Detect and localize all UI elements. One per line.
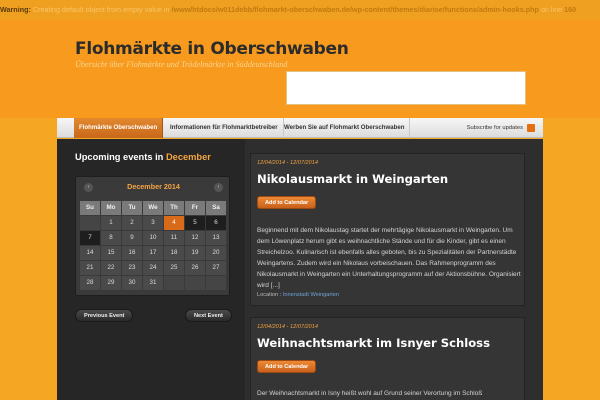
post-title[interactable]: Nikolausmarkt in Weingarten: [257, 172, 448, 186]
calendar-day[interactable]: 19: [185, 246, 205, 260]
event-calendar: ‹ December 2014 › Su Mo Tu We Th Fr Sa 1 2 3 4 5 6 7 8…: [75, 176, 230, 296]
post-date: 12/04/2014 - 12/07/2014: [257, 160, 318, 166]
calendar-day[interactable]: 7: [80, 231, 100, 245]
nav-item-werben[interactable]: Werben Sie auf Flohmarkt Oberschwaben: [279, 118, 411, 138]
calendar-header: ‹ December 2014 ›: [76, 177, 231, 197]
post-excerpt: Der Weihnachtsmarkt in Isny heißt wohl a…: [257, 390, 483, 397]
calendar-day: [206, 276, 226, 290]
upcoming-prefix: Upcoming events in: [75, 152, 164, 162]
calendar-day-today[interactable]: 4: [164, 216, 184, 230]
calendar-day[interactable]: 18: [164, 246, 184, 260]
location-label: Location :: [257, 292, 282, 298]
warning-message: Creating default object from empty value…: [32, 5, 170, 14]
warning-label: Warning:: [0, 5, 31, 14]
previous-event-button[interactable]: Previous Event: [75, 309, 134, 322]
calendar-day[interactable]: 23: [122, 261, 142, 275]
post-title[interactable]: Weihnachtsmarkt im Isnyer Schloss: [257, 336, 490, 350]
chevron-right-icon[interactable]: ›: [214, 183, 223, 192]
upcoming-heading: Upcoming events in December: [75, 152, 211, 162]
calendar-day[interactable]: 29: [101, 276, 121, 290]
calendar-dow: Th: [164, 201, 184, 215]
nav-item-informationen[interactable]: Informationen für Flohmarktbetreiber: [165, 118, 284, 138]
calendar-day[interactable]: 13: [206, 231, 226, 245]
calendar-day: [185, 276, 205, 290]
post-excerpt: Beginnend mit dem Nikolaustag startet de…: [257, 227, 521, 290]
location-link[interactable]: Innenstadt Weingarten: [283, 292, 339, 298]
calendar-day[interactable]: 5: [185, 216, 205, 230]
event-post: 12/04/2014 - 12/07/2014 Nikolausmarkt in…: [250, 153, 525, 306]
calendar-day[interactable]: 20: [206, 246, 226, 260]
main-nav: Flohmärkte Oberschwaben Informationen fü…: [57, 118, 543, 138]
calendar-day[interactable]: 8: [101, 231, 121, 245]
calendar-dow: Fr: [185, 201, 205, 215]
warning-suffix: on line: [540, 5, 563, 14]
next-event-button[interactable]: Next Event: [185, 309, 232, 322]
calendar-day[interactable]: 2: [122, 216, 142, 230]
calendar-day[interactable]: 15: [101, 246, 121, 260]
calendar-day[interactable]: 3: [143, 216, 163, 230]
calendar-dow: Sa: [206, 201, 226, 215]
calendar-dow: Su: [80, 201, 100, 215]
calendar-dow: Mo: [101, 201, 121, 215]
calendar-day: [164, 276, 184, 290]
calendar-day: [80, 216, 100, 230]
calendar-day[interactable]: 1: [101, 216, 121, 230]
calendar-dow: We: [143, 201, 163, 215]
calendar-day[interactable]: 21: [80, 261, 100, 275]
main-content: Upcoming events in December ‹ December 2…: [57, 139, 543, 400]
calendar-day[interactable]: 26: [185, 261, 205, 275]
calendar-day[interactable]: 25: [164, 261, 184, 275]
calendar-day[interactable]: 17: [143, 246, 163, 260]
site-title[interactable]: Flohmärkte in Oberschwaben: [75, 39, 349, 59]
calendar-title: December 2014: [127, 182, 180, 191]
calendar-day[interactable]: 27: [206, 261, 226, 275]
calendar-day[interactable]: 9: [122, 231, 142, 245]
calendar-day[interactable]: 10: [143, 231, 163, 245]
rss-icon[interactable]: [527, 124, 535, 132]
ad-banner[interactable]: [286, 71, 526, 105]
calendar-day[interactable]: 28: [80, 276, 100, 290]
event-post: 12/04/2014 - 12/07/2014 Weihnachtsmarkt …: [250, 317, 525, 400]
calendar-day[interactable]: 22: [101, 261, 121, 275]
calendar-dow: Tu: [122, 201, 142, 215]
add-to-calendar-button[interactable]: Add to Calendar: [257, 360, 317, 373]
sidebar: Upcoming events in December ‹ December 2…: [57, 139, 245, 400]
warning-path: /www/htdocs/w011debb/flohmarkt-oberschwa…: [171, 5, 539, 14]
site-description: Übersicht über Flohmärkte und Trödelmärk…: [75, 60, 288, 69]
calendar-day[interactable]: 30: [122, 276, 142, 290]
add-to-calendar-button[interactable]: Add to Calendar: [257, 196, 317, 209]
nav-item-flohmaerkte[interactable]: Flohmärkte Oberschwaben: [74, 118, 164, 138]
calendar-day[interactable]: 12: [185, 231, 205, 245]
calendar-day[interactable]: 6: [206, 216, 226, 230]
upcoming-month: December: [165, 152, 211, 162]
subscribe-link[interactable]: Subscribe for updates: [467, 118, 523, 138]
warning-line: 160: [564, 5, 577, 14]
calendar-day[interactable]: 14: [80, 246, 100, 260]
calendar-day[interactable]: 16: [122, 246, 142, 260]
site-header: Flohmärkte in Oberschwaben Übersicht übe…: [0, 20, 600, 118]
calendar-day[interactable]: 31: [143, 276, 163, 290]
calendar-day[interactable]: 11: [164, 231, 184, 245]
calendar-day[interactable]: 24: [143, 261, 163, 275]
post-location: Location : Innenstadt Weingarten: [257, 292, 339, 298]
post-date: 12/04/2014 - 12/07/2014: [257, 324, 318, 330]
php-warning: Warning: Creating default object from em…: [0, 0, 600, 20]
